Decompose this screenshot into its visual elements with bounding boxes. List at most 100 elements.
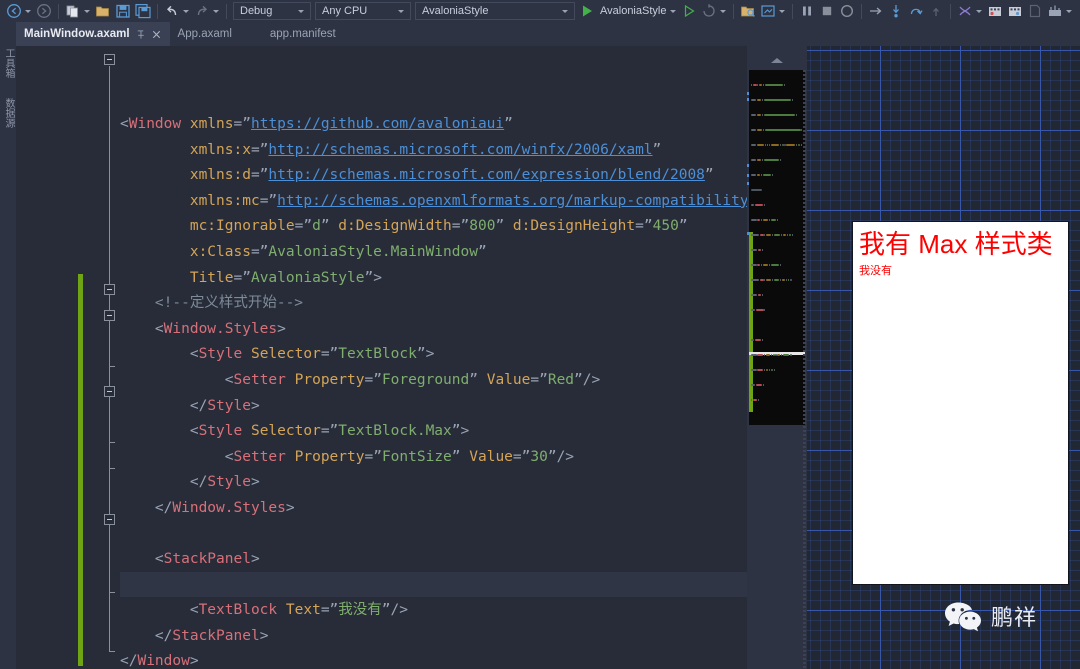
fold-toggle-style-max[interactable] (104, 386, 115, 397)
fold-toggle-style-textblock[interactable] (104, 310, 115, 321)
start-without-debug-button[interactable] (679, 1, 699, 21)
minimap-code-segment (789, 354, 792, 356)
threads-button[interactable] (955, 1, 975, 21)
toolbar-separator (792, 3, 794, 19)
code-line[interactable]: xmlns:mc=”http://schemas.openxmlformats.… (120, 189, 747, 215)
code-token-str: AvaloniaStyle.MainWindow (268, 243, 478, 260)
code-token-punc: =” (320, 423, 339, 440)
minimap-code-segment (751, 309, 755, 311)
redo-caret-icon[interactable] (213, 9, 219, 13)
code-token-punc (277, 602, 286, 618)
solution-platform-combo[interactable]: Any CPU (315, 2, 411, 20)
start-debug-button[interactable] (577, 1, 597, 21)
fold-toggle-window[interactable] (104, 54, 115, 65)
breakpoints-icon (989, 7, 1002, 16)
close-icon[interactable] (151, 29, 162, 40)
code-token-cmt: <!--定义样式开始--> (120, 295, 304, 312)
redo-button[interactable] (192, 1, 212, 21)
code-line[interactable] (120, 522, 747, 548)
threads-caret-icon[interactable] (976, 9, 983, 13)
minimap-code-segment (764, 309, 766, 311)
minimap-code-segment (751, 159, 756, 161)
live-preview-window[interactable]: 我有 Max 样式类 我没有 (853, 222, 1068, 584)
hot-reload-caret-icon[interactable] (720, 9, 727, 13)
diagnostic-tools-button[interactable] (1045, 1, 1065, 21)
solution-configuration-combo[interactable]: Debug (233, 2, 311, 20)
minimap-code-segment (789, 279, 792, 281)
stop-button[interactable] (817, 1, 837, 21)
step-into-button[interactable] (886, 1, 906, 21)
code-line[interactable]: xmlns:d=”http://schemas.microsoft.com/ex… (120, 163, 747, 189)
breakpoints-window-button[interactable] (985, 1, 1005, 21)
save-button[interactable] (113, 1, 133, 21)
tab-app-manifest[interactable]: app.manifest (262, 22, 344, 46)
fold-toggle-stackpanel[interactable] (104, 514, 115, 525)
minimap-code-segment (761, 249, 763, 251)
code-line[interactable]: </Style> (120, 394, 747, 420)
restart-icon (841, 4, 854, 18)
new-item-button[interactable] (63, 1, 83, 21)
code-line[interactable]: <Style Selector=”TextBlock.Max”> (120, 419, 747, 445)
code-line[interactable]: </Window> (120, 649, 747, 669)
code-line[interactable]: <Window xmlns=”https://github.com/avalon… (120, 112, 747, 138)
breakpoint-settings-button[interactable] (1005, 1, 1025, 21)
code-line[interactable]: mc:Ignorable=”d” d:DesignWidth=”800” d:D… (120, 214, 747, 240)
tab-app-axaml[interactable]: App.axaml (170, 22, 240, 46)
startup-project-value: AvaloniaStyle (422, 5, 489, 17)
intellitrace-button[interactable] (1025, 1, 1045, 21)
show-next-statement-button[interactable] (866, 1, 886, 21)
start-debug-label: AvaloniaStyle (600, 5, 667, 17)
fold-toggle-window-styles[interactable] (104, 284, 115, 295)
new-item-icon (66, 5, 78, 18)
undo-caret-icon[interactable] (183, 9, 189, 13)
toolbox-dock-label[interactable]: 工具箱 (0, 48, 16, 78)
diagnostic-tools-caret-icon[interactable] (1066, 9, 1073, 13)
live-visual-tree-button[interactable] (738, 1, 758, 21)
code-line[interactable]: </StackPanel> (120, 624, 747, 650)
live-property-explorer-button[interactable] (758, 1, 778, 21)
code-line[interactable]: </Window.Styles> (120, 496, 747, 522)
left-dock-panel: 工具箱 数据源 (0, 22, 16, 669)
start-debug-caret-icon[interactable] (670, 9, 677, 13)
step-over-button[interactable] (906, 1, 926, 21)
startup-project-combo[interactable]: AvaloniaStyle (415, 2, 575, 20)
hot-reload-icon (703, 4, 716, 17)
minimap-code-segment (763, 369, 765, 371)
editor-minimap[interactable] (747, 46, 807, 669)
code-line[interactable]: <Window.Styles> (120, 317, 747, 343)
tab-mainwindow-axaml[interactable]: MainWindow.axaml (16, 22, 170, 46)
minimap-code-segment (766, 279, 772, 281)
code-line[interactable]: </Style> (120, 470, 747, 496)
code-token-tag: Window.Styles (163, 320, 278, 337)
undo-button[interactable] (162, 1, 182, 21)
minimap-code-preview[interactable] (749, 70, 805, 425)
live-property-caret-icon[interactable] (779, 9, 786, 13)
step-out-button[interactable] (926, 1, 946, 21)
restart-button[interactable] (837, 1, 857, 21)
code-line[interactable]: <!--定义样式开始--> (120, 291, 747, 317)
data-sources-dock-label[interactable]: 数据源 (0, 98, 16, 128)
code-line[interactable]: <Setter Property=”Foreground” Value=”Red… (120, 368, 747, 394)
navigate-back-caret-icon[interactable] (25, 9, 31, 13)
threads-icon (959, 6, 971, 16)
code-line[interactable]: Title=”AvaloniaStyle”> (120, 266, 747, 292)
navigate-back-button[interactable] (4, 1, 24, 21)
open-folder-button[interactable] (93, 1, 113, 21)
scroll-up-arrow-icon[interactable] (771, 58, 783, 63)
code-line[interactable]: <TextBlock Text=”我没有”/> (120, 598, 747, 624)
code-line[interactable]: <StackPanel> (120, 547, 747, 573)
navigate-forward-button[interactable] (34, 1, 54, 21)
minimap-scrollbar-track[interactable] (803, 70, 806, 669)
save-all-icon (135, 4, 151, 19)
code-line[interactable]: xmlns:x=”http://schemas.microsoft.com/wi… (120, 138, 747, 164)
new-item-caret-icon[interactable] (84, 9, 90, 13)
pin-icon[interactable] (135, 29, 146, 40)
code-editor[interactable]: <Window xmlns=”https://github.com/avalon… (16, 46, 747, 669)
pause-button[interactable] (797, 1, 817, 21)
code-line[interactable]: <Setter Property=”FontSize” Value=”30”/> (120, 445, 747, 471)
minimap-code-segment (767, 144, 769, 146)
hot-reload-button[interactable] (699, 1, 719, 21)
code-line[interactable]: x:Class=”AvaloniaStyle.MainWindow” (120, 240, 747, 266)
save-all-button[interactable] (133, 1, 153, 21)
code-line[interactable]: <Style Selector=”TextBlock”> (120, 342, 747, 368)
